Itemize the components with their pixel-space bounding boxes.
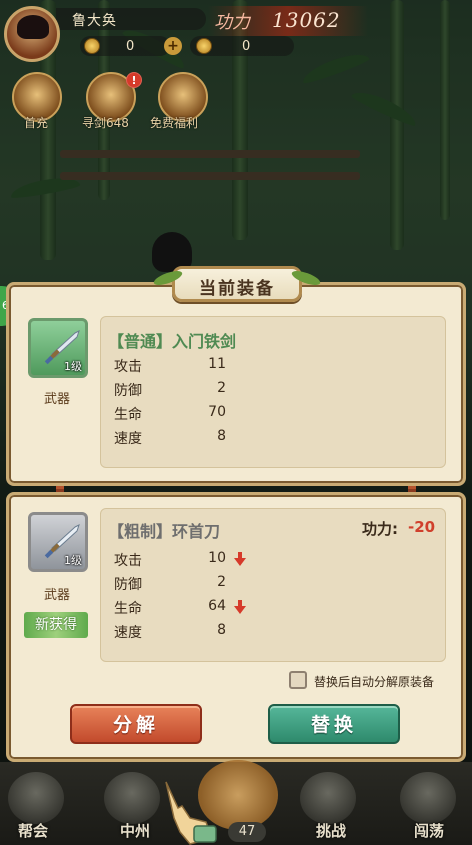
player-avatar[interactable] <box>4 6 60 62</box>
coin-icon <box>196 38 212 54</box>
panel-title: 当前装备 <box>199 279 275 299</box>
power-diff-label: 功力: <box>362 520 398 538</box>
zhongzhou-icon[interactable] <box>104 772 160 824</box>
stat-value: 10 <box>208 550 226 566</box>
item-level: 1级 <box>64 360 82 373</box>
auto-decompose-checkbox[interactable] <box>289 671 307 689</box>
gold-icon <box>84 38 100 54</box>
replace-button[interactable]: 替换 <box>268 704 400 744</box>
stat-name: 速度 <box>114 625 142 641</box>
item-level: 1级 <box>64 554 82 567</box>
player-name: 鲁大奂 <box>72 13 117 29</box>
add-currency-button[interactable]: + <box>164 37 182 55</box>
event-label: 寻剑648 <box>82 116 129 130</box>
center-count: 47 <box>228 822 266 842</box>
stat-name: 防御 <box>114 383 142 399</box>
stat-value: 2 <box>217 380 226 396</box>
stat-name: 生命 <box>114 407 142 423</box>
nav-label-guild[interactable]: 帮会 <box>18 820 48 841</box>
slot-type-label: 武器 <box>44 392 71 407</box>
stat-value: 70 <box>208 404 226 420</box>
currency-1-value: 0 <box>126 39 135 54</box>
panel-title-plaque: 当前装备 <box>152 266 322 302</box>
auto-decompose-label: 替换后自动分解原装备 <box>314 675 435 689</box>
stat-name: 防御 <box>114 577 142 593</box>
event-label: 首充 <box>24 116 49 130</box>
nav-label-zhongzhou[interactable]: 中州 <box>120 820 150 841</box>
slot-type-label: 武器 <box>44 588 71 603</box>
stat-value: 8 <box>217 428 226 444</box>
notification-badge: ! <box>126 72 142 88</box>
stat-value: 11 <box>208 356 226 372</box>
decrease-arrow-icon <box>234 600 246 614</box>
stat-value: 64 <box>208 598 226 614</box>
stat-name: 速度 <box>114 431 142 447</box>
currency-2-value: 0 <box>242 39 251 54</box>
stat-name: 生命 <box>114 601 142 617</box>
stat-name: 攻击 <box>114 553 142 569</box>
event-label: 免费福利 <box>150 116 199 130</box>
decompose-button[interactable]: 分解 <box>70 704 202 744</box>
avatar-hair <box>17 15 49 39</box>
stat-value: 8 <box>217 622 226 638</box>
nav-label-adventure[interactable]: 闯荡 <box>414 820 444 841</box>
current-item-name: 【普通】入门铁剑 <box>108 332 237 351</box>
guild-icon[interactable] <box>8 772 64 824</box>
adventure-icon[interactable] <box>400 772 456 824</box>
power-value: 13062 <box>272 8 341 32</box>
nav-label-challenge[interactable]: 挑战 <box>316 820 346 841</box>
current-item-slot[interactable]: 1级 <box>28 318 88 378</box>
tutorial-hand-icon <box>165 781 217 845</box>
decrease-arrow-icon <box>234 552 246 566</box>
stat-name: 攻击 <box>114 359 142 375</box>
stat-value: 2 <box>217 574 226 590</box>
power-label: 功力 <box>214 12 250 33</box>
challenge-icon[interactable] <box>300 772 356 824</box>
new-item-name: 【粗制】环首刀 <box>108 522 221 541</box>
new-item-tag: 新获得 <box>24 612 88 638</box>
new-item-slot[interactable]: 1级 <box>28 512 88 572</box>
power-diff-value: -20 <box>408 518 436 536</box>
